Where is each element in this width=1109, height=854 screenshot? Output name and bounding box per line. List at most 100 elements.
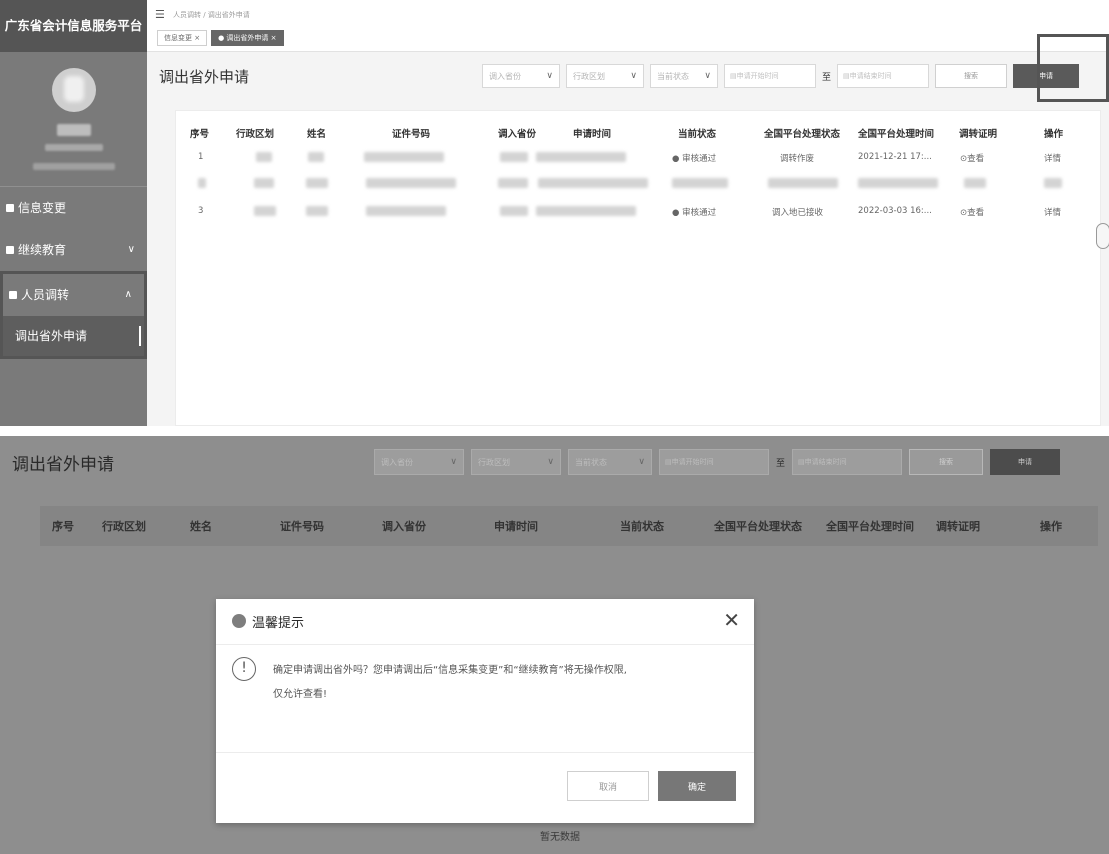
col-header: 操作 (1040, 520, 1062, 533)
search-button[interactable]: 搜索 (909, 449, 984, 475)
redacted-cell (672, 178, 728, 188)
scroll-handle[interactable] (1096, 223, 1109, 249)
breadcrumb: 人员调转 / 调出省外申请 (173, 11, 250, 19)
col-header: 姓名 (190, 520, 212, 533)
user-online-status (44, 144, 103, 151)
table-row[interactable]: 1 ● 审核通过 调转作废 2021-12-21 17:... ⊙查看 详情 (176, 145, 1100, 171)
date-start-placeholder: 申请开始时间 (671, 458, 714, 466)
empty-table-message: 暂无数据 (540, 832, 580, 843)
sidebar-item-label: 人员调转 (21, 288, 70, 302)
sidebar-item-label: 继续教育 (18, 243, 67, 257)
filter-bar: 调入省份 ∨ 行政区划 ∨ 当前状态 ∨ ▤ 申请开始时间 至 ▤ 申请结束时间 搜索… (374, 449, 1061, 475)
col-header: 调转证明 (959, 129, 998, 140)
redacted-cell (306, 178, 328, 188)
menu-toggle-icon[interactable]: ☰ (155, 8, 165, 21)
col-header: 全国平台处理状态 (764, 129, 841, 140)
tab-info-change[interactable]: 信息变更 × (157, 30, 208, 46)
avatar[interactable] (52, 68, 96, 112)
view-proof-link[interactable]: ⊙查看 (960, 206, 984, 218)
col-header: 申请时间 (494, 520, 538, 533)
region-select[interactable]: 行政区划 ∨ (566, 64, 644, 88)
details-link[interactable]: 详情 (1044, 152, 1061, 164)
date-start-input[interactable]: ▤ 申请开始时间 (659, 449, 769, 475)
user-account-links[interactable] (32, 163, 115, 170)
sidebar-item-personnel-transfer[interactable]: 人员调转 ∧ (3, 274, 144, 316)
highlight-box (1037, 34, 1109, 102)
chevron-down-icon: ∨ (630, 71, 637, 81)
date-end-input[interactable]: ▤ 申请结束时间 (837, 64, 930, 88)
chevron-down-icon: ∨ (127, 244, 135, 255)
redacted-cell (254, 178, 274, 188)
sidebar-subitem-transfer-out[interactable]: 调出省外申请 (3, 316, 144, 356)
dialog-body: ! 确定申请调出省外吗？您申请调出后“信息采集变更”和“继续教育”将无操作权限,… (216, 645, 754, 753)
col-header: 证件号码 (392, 129, 431, 140)
redacted-cell (500, 152, 528, 162)
col-header: 序号 (52, 520, 74, 533)
menu-icon (9, 291, 17, 299)
redacted-cell (198, 178, 206, 188)
apply-button[interactable]: 申请 (990, 449, 1061, 475)
close-icon[interactable]: ✕ (723, 608, 740, 632)
col-header: 当前状态 (620, 520, 664, 533)
province-placeholder: 调入省份 (489, 71, 521, 81)
data-table: 序号 行政区划 姓名 证件号码 调入省份 申请时间 当前状态 全国平台处理状态 … (175, 110, 1109, 426)
dialog-message-line2: 仅允许查看! (273, 689, 328, 700)
redacted-cell (308, 152, 324, 162)
region-select[interactable]: 行政区划 ∨ (471, 449, 561, 475)
province-select[interactable]: 调入省份 ∨ (482, 64, 560, 88)
redacted-cell (366, 206, 446, 216)
dialog-header: 温馨提示 ✕ (216, 599, 754, 645)
warning-icon: ! (232, 657, 256, 681)
date-end-input[interactable]: ▤ 申请结束时间 (792, 449, 903, 475)
dialog-footer: 取消 确定 (216, 753, 754, 823)
status-badge: ● 审核通过 (672, 154, 717, 164)
search-button[interactable]: 搜索 (935, 64, 1008, 88)
status-select[interactable]: 当前状态 ∨ (568, 449, 652, 475)
cancel-button[interactable]: 取消 (567, 771, 649, 801)
table-header-row: 序号 行政区划 姓名 证件号码 调入省份 申请时间 当前状态 全国平台处理状态 … (176, 119, 1100, 145)
dialog-title: 温馨提示 (252, 616, 305, 631)
sidebar-item-info-change[interactable]: 信息变更 (0, 187, 147, 229)
redacted-cell (858, 178, 938, 188)
view-proof-link[interactable]: ⊙查看 (960, 152, 984, 164)
date-range-separator: 至 (776, 458, 786, 469)
col-header: 全国平台处理状态 (714, 520, 802, 533)
redacted-cell (254, 206, 276, 216)
region-placeholder: 行政区划 (573, 71, 605, 81)
date-range-separator: 至 (822, 72, 832, 83)
region-placeholder: 行政区划 (478, 457, 510, 467)
date-end-placeholder: 申请结束时间 (849, 72, 892, 80)
redacted-cell (366, 178, 456, 188)
confirm-button[interactable]: 确定 (658, 771, 736, 801)
details-link[interactable]: 详情 (1044, 206, 1061, 218)
cell-platform-status: 调入地已接收 (772, 208, 824, 218)
tab-transfer-out[interactable]: ● 调出省外申请 × (211, 30, 284, 46)
status-select[interactable]: 当前状态 ∨ (650, 64, 718, 88)
col-header: 当前状态 (678, 129, 717, 140)
col-header: 行政区划 (102, 520, 146, 533)
top-navbar: ☰ 人员调转 / 调出省外申请 信息变更 × ● 调出省外申请 × (147, 0, 1109, 52)
redacted-cell (498, 178, 528, 188)
col-header: 调入省份 (498, 129, 537, 140)
sidebar-item-continuing-education[interactable]: 继续教育 ∨ (0, 229, 147, 271)
user-panel (0, 52, 147, 122)
col-header: 申请时间 (573, 129, 612, 140)
sidebar: 广东省会计信息服务平台 信息变更 继续教育 ∨ 人员调转 ∧ 调出省外申请 (0, 0, 147, 426)
page-title: 调出省外申请 (12, 455, 114, 475)
redacted-cell (964, 178, 986, 188)
province-select[interactable]: 调入省份 ∨ (374, 449, 464, 475)
date-start-input[interactable]: ▤ 申请开始时间 (724, 64, 816, 88)
page-title: 调出省外申请 (159, 68, 250, 86)
cell-platform-status: 调转作废 (780, 154, 815, 164)
chevron-down-icon: ∨ (546, 71, 553, 81)
table-header-row: 序号 行政区划 姓名 证件号码 调入省份 申请时间 当前状态 全国平台处理状态 … (40, 506, 1098, 546)
redacted-cell (768, 178, 838, 188)
main-screen: 广东省会计信息服务平台 信息变更 继续教育 ∨ 人员调转 ∧ 调出省外申请 ☰ … (0, 0, 1109, 426)
cell-no: 1 (198, 152, 204, 162)
table-row[interactable]: 3 ● 审核通过 调入地已接收 2022-03-03 16:... ⊙查看 详情 (176, 199, 1100, 225)
chevron-down-icon: ∨ (704, 71, 711, 81)
chevron-down-icon: ∨ (547, 457, 554, 467)
col-header: 行政区划 (236, 129, 275, 140)
status-placeholder: 当前状态 (575, 457, 607, 467)
col-header: 调入省份 (382, 520, 426, 533)
